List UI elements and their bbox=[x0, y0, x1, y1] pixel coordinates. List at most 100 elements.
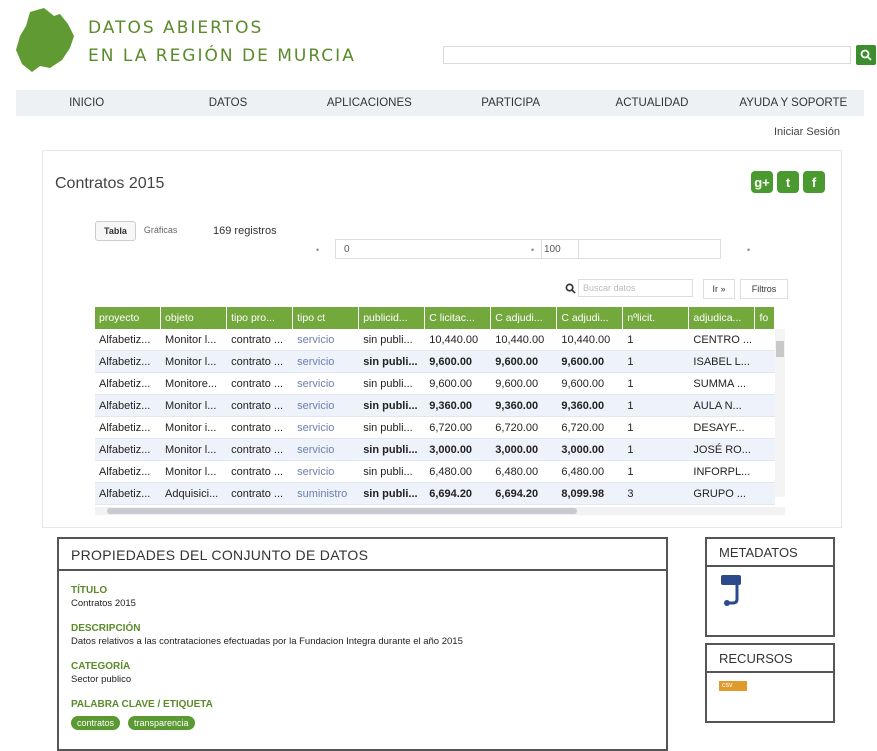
table-search-input[interactable]: Buscar datos bbox=[578, 279, 693, 297]
table-cell: ISABEL L... bbox=[693, 355, 750, 368]
table-cell: contrato ... bbox=[231, 377, 284, 390]
tab-graficas[interactable]: Gráficas bbox=[136, 221, 186, 241]
column-header[interactable]: nºlicit. bbox=[623, 307, 690, 329]
table-row[interactable]: Alfabetiz... Monitore... contrato ... servi… bbox=[95, 373, 775, 395]
tag-list: contratos transparencia bbox=[71, 716, 666, 730]
nav-item-inicio[interactable]: INICIO bbox=[16, 90, 157, 116]
table-cell: 3,000.00 bbox=[561, 443, 605, 456]
resources-box: RECURSOS csv bbox=[705, 643, 835, 723]
googleplus-icon[interactable]: g+ bbox=[751, 171, 773, 193]
table-cell: 3 bbox=[627, 487, 634, 500]
table-cell: servicio bbox=[297, 399, 335, 412]
table-cell: INFORPL... bbox=[693, 465, 751, 478]
metadata-icon[interactable] bbox=[719, 573, 749, 607]
facebook-icon[interactable]: f bbox=[803, 171, 825, 193]
column-header[interactable]: tipo ct bbox=[293, 307, 360, 329]
table-cell: 9,600.00 bbox=[495, 377, 539, 390]
table-cell: Monitor l... bbox=[165, 465, 217, 478]
table-row[interactable]: Alfabetiz... Monitor l... contrato ... serv… bbox=[95, 461, 775, 483]
table-cell bbox=[755, 439, 775, 461]
column-header[interactable]: fo bbox=[755, 307, 775, 329]
range-to-field[interactable]: 100 bbox=[541, 239, 721, 259]
column-header[interactable]: objeto bbox=[161, 307, 228, 329]
table-cell: 6,480.00 bbox=[561, 465, 605, 478]
dataset-panel: Contratos 2015 g+ t f Tabla Gráficas 169… bbox=[42, 150, 842, 528]
site-search-input[interactable] bbox=[443, 46, 851, 64]
table-cell: Alfabetiz... bbox=[99, 333, 151, 346]
table-cell: 3,000.00 bbox=[495, 443, 539, 456]
table-row[interactable]: Alfabetiz... Monitor l... contrato ... serv… bbox=[95, 351, 775, 373]
column-header[interactable]: C adjudi... bbox=[557, 307, 624, 329]
table-cell: contrato ... bbox=[231, 443, 284, 456]
table-row[interactable]: Alfabetiz... Monitor l... contrato ... serv… bbox=[95, 329, 775, 351]
table-cell: Alfabetiz... bbox=[99, 421, 151, 434]
site-title-line1: DATOS ABIERTOS bbox=[88, 18, 264, 38]
dataset-title: Contratos 2015 bbox=[55, 175, 165, 192]
table-row[interactable]: Alfabetiz... Monitor l... contrato ... serv… bbox=[95, 395, 775, 417]
table-cell: sin publi... bbox=[363, 377, 413, 390]
filters-button[interactable]: Filtros bbox=[740, 279, 788, 299]
table-cell: sin publi... bbox=[363, 487, 418, 500]
table-cell: 10,440.00 bbox=[429, 333, 479, 346]
search-icon bbox=[860, 49, 872, 61]
table-cell: 1 bbox=[627, 465, 634, 478]
nav-item-aplicaciones[interactable]: APLICACIONES bbox=[299, 90, 440, 116]
nav-item-participa[interactable]: PARTICIPA bbox=[440, 90, 581, 116]
table-horizontal-scrollbar[interactable] bbox=[95, 507, 785, 515]
site-search-button[interactable] bbox=[856, 45, 876, 65]
twitter-icon[interactable]: t bbox=[777, 171, 799, 193]
tab-tabla[interactable]: Tabla bbox=[95, 221, 136, 241]
table-cell: sin publi... bbox=[363, 399, 418, 412]
column-header[interactable]: publicid... bbox=[359, 307, 426, 329]
table-cell bbox=[755, 395, 775, 417]
table-row[interactable]: Alfabetiz... Monitor l... contrato ... serv… bbox=[95, 439, 775, 461]
table-cell: contrato ... bbox=[231, 333, 284, 346]
table-cell: sin publi... bbox=[363, 465, 413, 478]
record-count: 169 registros bbox=[213, 225, 277, 237]
range-separator-icon: • bbox=[531, 245, 535, 255]
scroll-thumb[interactable] bbox=[107, 508, 577, 514]
table-cell: Alfabetiz... bbox=[99, 355, 151, 368]
column-header[interactable]: proyecto bbox=[95, 307, 162, 329]
table-cell bbox=[755, 417, 775, 439]
column-header[interactable]: C adjudi... bbox=[491, 307, 558, 329]
table-cell: 6,720.00 bbox=[495, 421, 539, 434]
column-header[interactable]: adjudica... bbox=[689, 307, 756, 329]
scroll-thumb[interactable] bbox=[776, 341, 784, 357]
data-grid: proyecto objeto tipo pro... tipo ct publ… bbox=[95, 307, 775, 507]
table-cell: 1 bbox=[627, 421, 634, 434]
csv-file-icon[interactable]: csv bbox=[719, 681, 747, 691]
table-cell: contrato ... bbox=[231, 355, 284, 368]
table-cell bbox=[755, 461, 775, 483]
table-cell: 9,600.00 bbox=[495, 355, 539, 368]
table-cell: 1 bbox=[627, 377, 634, 390]
column-header[interactable]: tipo pro... bbox=[227, 307, 294, 329]
table-cell: sin publi... bbox=[363, 355, 418, 368]
tag-contratos[interactable]: contratos bbox=[71, 716, 121, 730]
table-cell: 6,480.00 bbox=[495, 465, 539, 478]
table-cell bbox=[755, 373, 775, 395]
table-cell: 6,720.00 bbox=[429, 421, 473, 434]
nav-item-actualidad[interactable]: ACTUALIDAD bbox=[581, 90, 722, 116]
search-icon bbox=[565, 283, 576, 294]
nav-item-ayuda[interactable]: AYUDA Y SOPORTE bbox=[723, 90, 864, 116]
table-cell: Monitore... bbox=[165, 377, 218, 390]
tag-transparencia[interactable]: transparencia bbox=[128, 716, 195, 730]
metadata-box: METADATOS bbox=[705, 537, 835, 637]
table-cell: contrato ... bbox=[231, 399, 284, 412]
nav-item-datos[interactable]: DATOS bbox=[157, 90, 298, 116]
table-vertical-scrollbar[interactable] bbox=[775, 329, 785, 497]
table-row[interactable]: Alfabetiz... Monitor i... contrato ... serv… bbox=[95, 417, 775, 439]
go-button[interactable]: Ir » bbox=[703, 279, 735, 299]
site-title[interactable]: DATOS ABIERTOS EN LA REGIÓN DE MURCIA bbox=[88, 14, 356, 70]
table-cell: servicio bbox=[297, 377, 335, 390]
login-link[interactable]: Iniciar Sesión bbox=[774, 126, 840, 138]
table-cell: 10,440.00 bbox=[495, 333, 545, 346]
table-cell: Monitor l... bbox=[165, 443, 217, 456]
column-header[interactable]: C licitac... bbox=[425, 307, 492, 329]
table-cell: Alfabetiz... bbox=[99, 443, 151, 456]
range-left-handle-icon[interactable]: • bbox=[316, 245, 319, 255]
table-cell: Monitor l... bbox=[165, 333, 217, 346]
range-right-handle-icon[interactable]: • bbox=[747, 245, 750, 255]
table-row[interactable]: Alfabetiz... Adquisici... contrato ... sumi… bbox=[95, 483, 775, 505]
